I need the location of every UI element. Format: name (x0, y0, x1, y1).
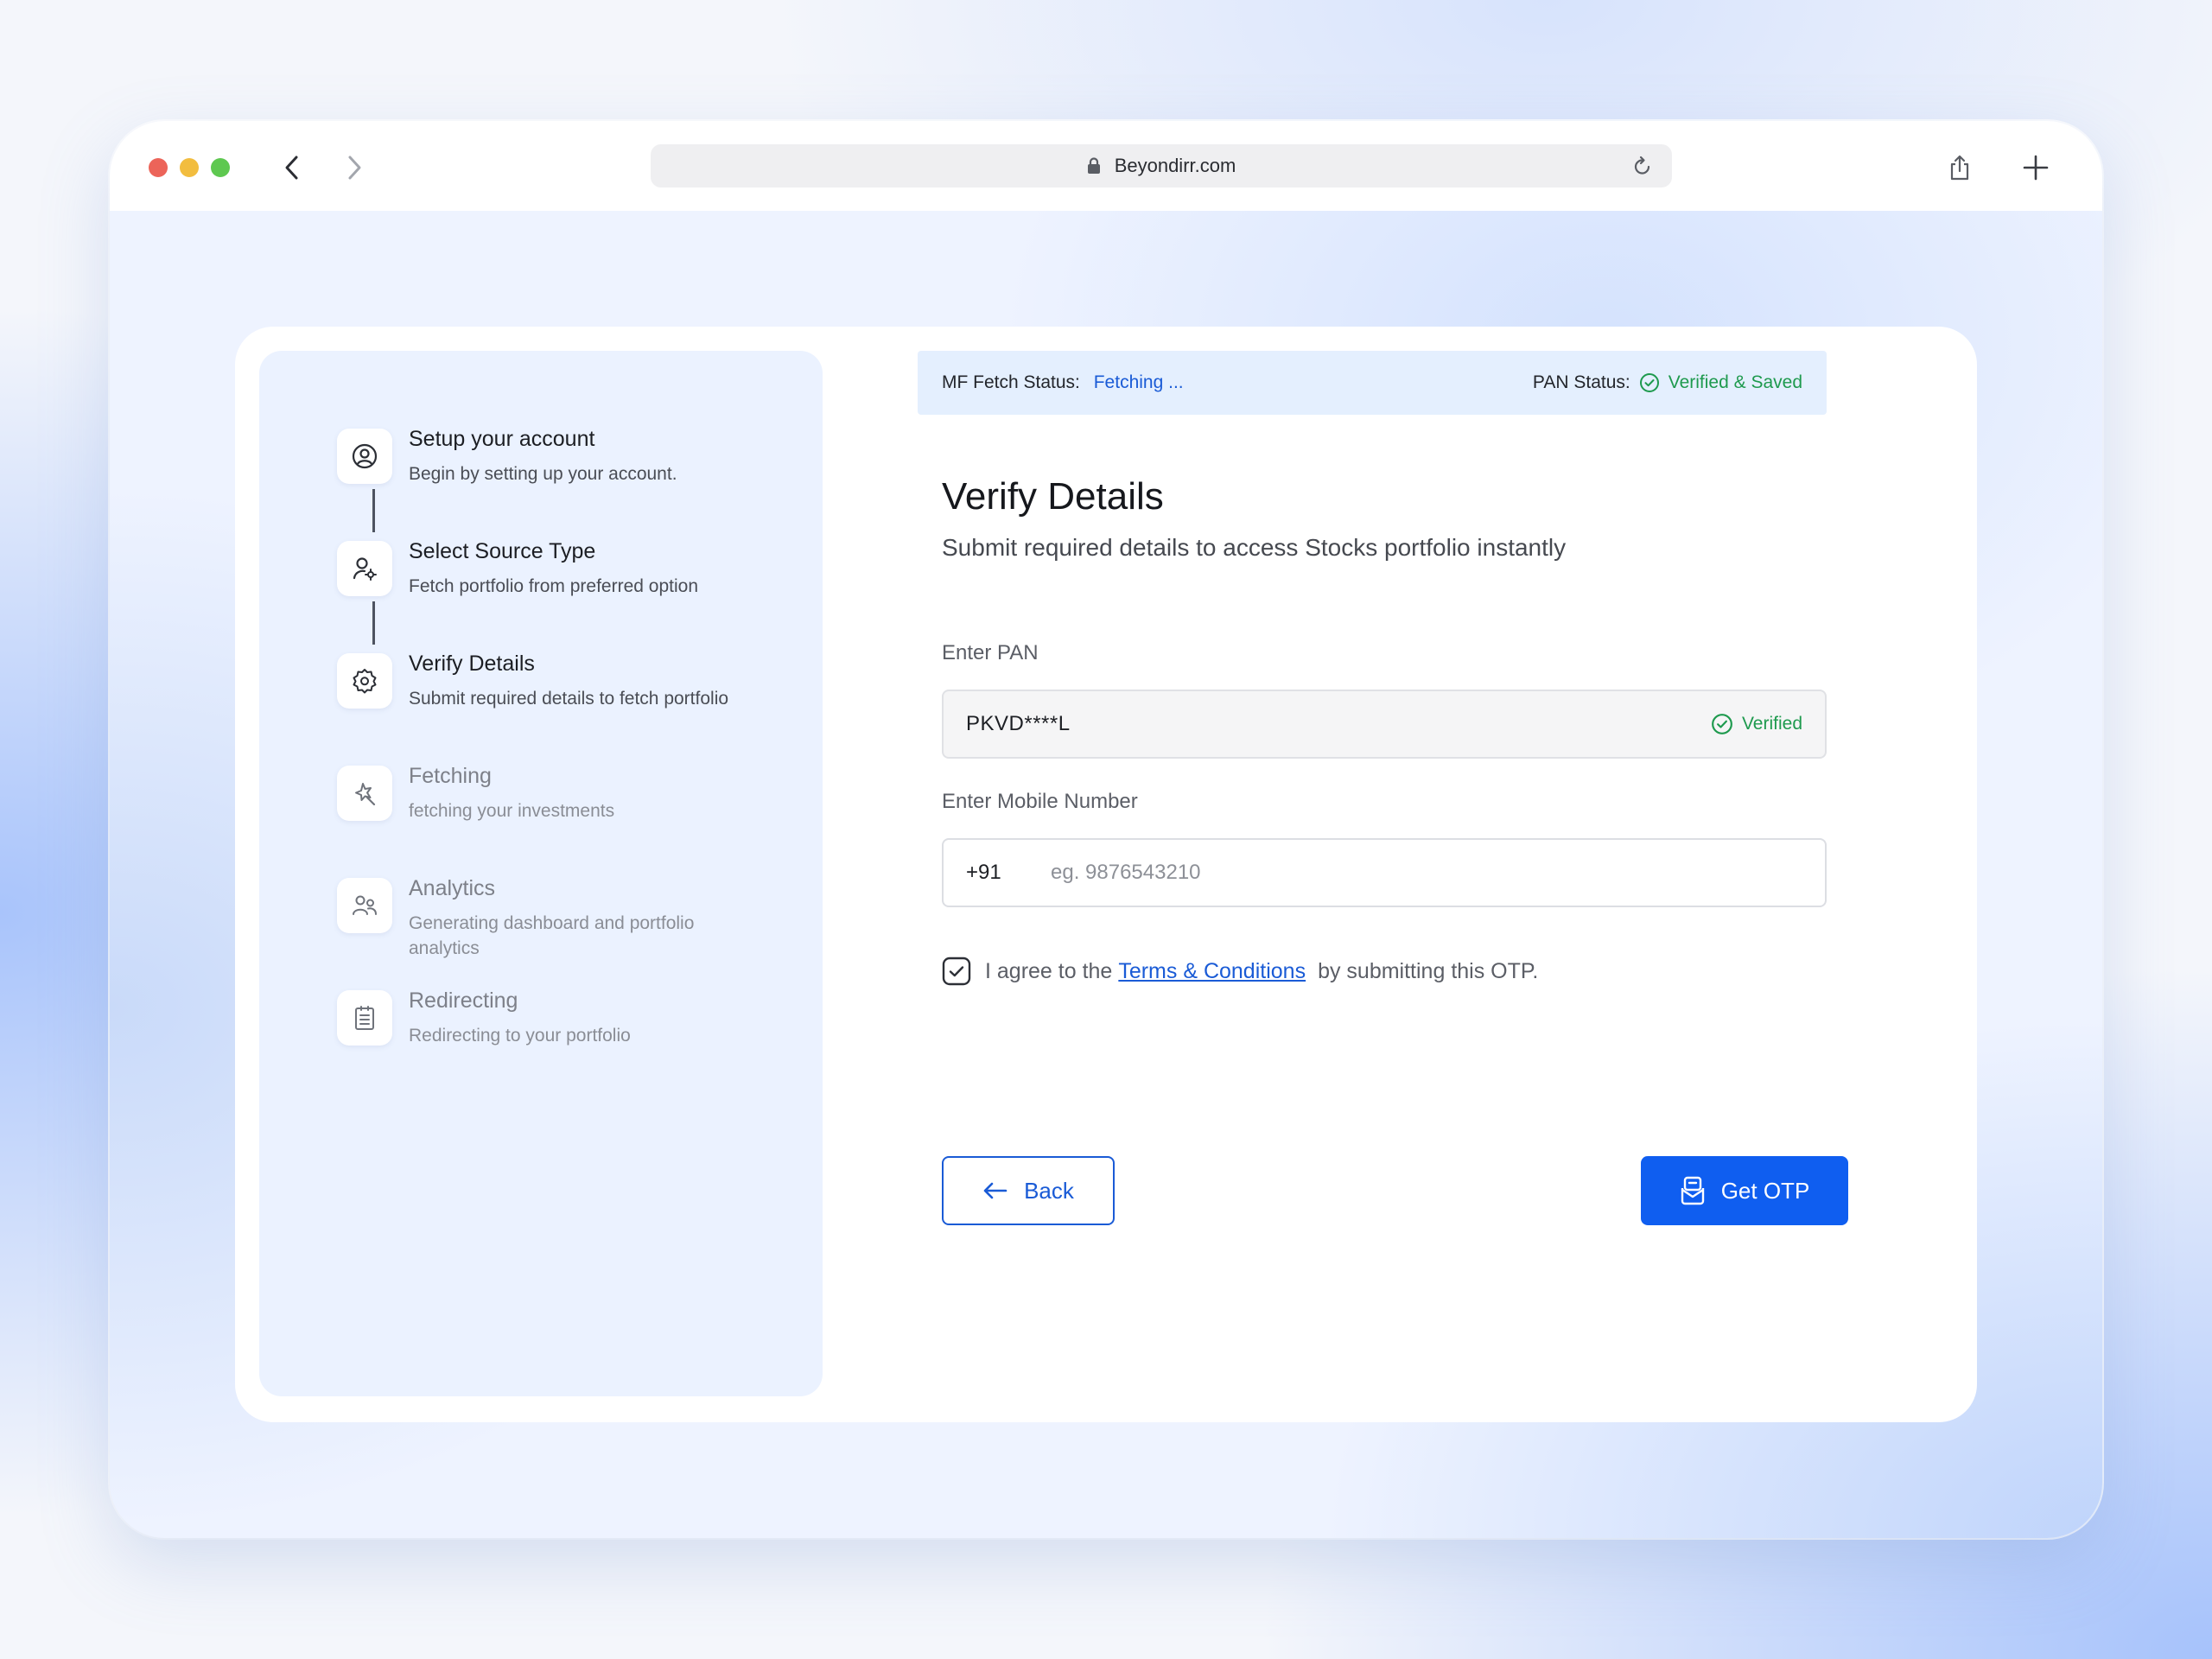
step-connector (372, 489, 375, 532)
terms-link[interactable]: Terms & Conditions (1118, 959, 1306, 984)
page-title: Verify Details (942, 475, 1164, 518)
user-circle-icon (337, 429, 392, 484)
magic-wand-icon (337, 766, 392, 821)
terms-agreement: I agree to the Terms & Conditions by sub… (942, 957, 1538, 986)
step-title: Fetching (409, 764, 492, 788)
address-bar[interactable]: Beyondirr.com (651, 144, 1672, 188)
mf-status-value: Fetching ... (1093, 372, 1184, 392)
step-title: Analytics (409, 876, 496, 900)
back-button-label: Back (1024, 1177, 1074, 1204)
lock-icon (1087, 157, 1101, 175)
pan-status-value-wrap: Verified & Saved (1639, 372, 1802, 393)
mobile-label: Enter Mobile Number (942, 790, 1138, 813)
step-description: Begin by setting up your account. (409, 464, 677, 484)
gear-icon (337, 653, 392, 709)
mobile-field[interactable]: +91 (942, 838, 1827, 907)
user-settings-icon (337, 541, 392, 596)
pan-status-value: Verified & Saved (1668, 372, 1802, 392)
pan-verified-text: Verified (1741, 714, 1802, 734)
new-tab-icon[interactable] (2015, 147, 2056, 188)
status-bar: MF Fetch Status: Fetching ... PAN Status… (918, 351, 1827, 415)
mf-fetch-status: MF Fetch Status: Fetching ... (942, 372, 1184, 393)
step-description: Submit required details to fetch portfol… (409, 689, 729, 709)
otp-icon (1681, 1176, 1704, 1205)
get-otp-button[interactable]: Get OTP (1641, 1156, 1848, 1225)
step-title: Redirecting (409, 988, 518, 1013)
agree-text: I agree to the (985, 958, 1113, 983)
pan-value: PKVD****L (966, 712, 1071, 735)
users-icon (337, 878, 392, 933)
steps-panel: Setup your account Begin by setting up y… (259, 351, 823, 1396)
pan-status: PAN Status: Verified & Saved (1533, 372, 1802, 393)
step-title: Verify Details (409, 652, 535, 676)
pan-status-label: PAN Status: (1532, 372, 1630, 392)
close-window-button[interactable] (149, 158, 168, 177)
step-description: Redirecting to your portfolio (409, 1026, 631, 1046)
get-otp-label: Get OTP (1720, 1177, 1810, 1204)
step-description: Fetch portfolio from preferred option (409, 576, 698, 596)
browser-window: Beyondirr.com Setup your account Begin b… (110, 121, 2102, 1538)
step-title: Setup your account (409, 427, 595, 451)
share-icon[interactable] (1939, 147, 1980, 188)
url-text: Beyondirr.com (1114, 155, 1236, 176)
clipboard-icon (337, 990, 392, 1046)
pan-verified-badge: Verified (1711, 713, 1802, 735)
mf-status-label: MF Fetch Status: (942, 372, 1080, 392)
pan-label: Enter PAN (942, 641, 1039, 664)
onboarding-card: Setup your account Begin by setting up y… (235, 327, 1977, 1422)
back-button[interactable]: Back (942, 1156, 1115, 1225)
mobile-number-input[interactable] (1051, 861, 1825, 885)
arrow-left-icon (983, 1182, 1007, 1199)
browser-toolbar: Beyondirr.com (110, 121, 2102, 211)
agree-checkbox[interactable] (942, 957, 971, 986)
agree-suffix: by submitting this OTP. (1318, 958, 1539, 983)
step-description: fetching your investments (409, 801, 615, 821)
step-title: Select Source Type (409, 539, 596, 563)
page-subtitle: Submit required details to access Stocks… (942, 534, 1567, 561)
step-connector (372, 601, 375, 645)
maximize-window-button[interactable] (211, 158, 230, 177)
country-code[interactable]: +91 (966, 861, 1051, 885)
pan-field[interactable]: PKVD****L Verified (942, 690, 1827, 759)
reload-icon[interactable] (1632, 155, 1653, 177)
back-nav-icon[interactable] (271, 147, 313, 188)
check-circle-icon (1712, 714, 1732, 734)
check-circle-icon (1639, 373, 1659, 392)
forward-nav-icon[interactable] (334, 147, 375, 188)
minimize-window-button[interactable] (180, 158, 199, 177)
step-description: Generating dashboard and portfolio analy… (409, 913, 695, 958)
